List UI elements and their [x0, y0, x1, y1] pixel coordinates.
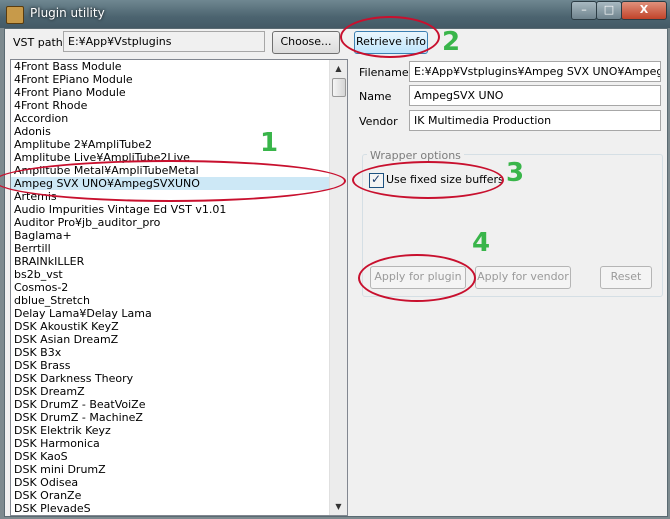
plugin-list-item[interactable]: DSK B3x [11, 346, 329, 359]
plugin-list-item[interactable]: Baglama+ [11, 229, 329, 242]
plugin-list-item[interactable]: DSK DreamZ [11, 385, 329, 398]
plugin-list-item[interactable]: DSK Darkness Theory [11, 372, 329, 385]
apply-for-vendor-button[interactable]: Apply for vendor [475, 266, 571, 289]
plugin-list-item[interactable]: DSK OranZe [11, 489, 329, 502]
title-bar[interactable]: Plugin utility – □ X [0, 0, 670, 28]
plugin-list-item[interactable]: DSK PlevadeS [11, 502, 329, 515]
plugin-list-item[interactable]: DSK Harmonica [11, 437, 329, 450]
annotation-number-4: 4 [472, 228, 491, 258]
plugin-list-item[interactable]: DSK Brass [11, 359, 329, 372]
plugin-list[interactable]: 4Front Bass Module 4Front EPiano Module 4F… [10, 59, 348, 516]
scroll-down-arrow-icon[interactable]: ▼ [330, 498, 347, 515]
plugin-list-item[interactable]: 4Front EPiano Module [11, 73, 329, 86]
plugin-list-item[interactable]: BRAINkILLER [11, 255, 329, 268]
name-label: Name [359, 90, 392, 103]
close-button[interactable]: X [621, 1, 667, 20]
app-icon [6, 6, 24, 24]
reset-button[interactable]: Reset [600, 266, 652, 289]
plugin-list-item[interactable]: dblue_Stretch [11, 294, 329, 307]
plugin-list-item[interactable]: DSK DrumZ - MachineZ [11, 411, 329, 424]
plugin-list-item[interactable]: DSK Odisea [11, 476, 329, 489]
filename-label: Filename [359, 66, 409, 79]
annotation-number-3: 3 [506, 158, 525, 188]
plugin-utility-window: Plugin utility – □ X VST path E:¥App¥Vst… [0, 0, 670, 519]
plugin-list-items: 4Front Bass Module 4Front EPiano Module 4F… [11, 60, 329, 515]
minimize-button[interactable]: – [571, 1, 597, 20]
plugin-list-item[interactable]: Berrtill [11, 242, 329, 255]
plugin-list-item[interactable]: DSK DrumZ - BeatVoiZe [11, 398, 329, 411]
plugin-list-item[interactable]: 4Front Rhode [11, 99, 329, 112]
plugin-list-item[interactable]: Adonis [11, 125, 329, 138]
plugin-list-item[interactable]: Accordion [11, 112, 329, 125]
annotation-circle-apply [358, 254, 476, 302]
maximize-button[interactable]: □ [596, 1, 622, 20]
plugin-list-item[interactable]: DSK Elektrik Keyz [11, 424, 329, 437]
plugin-list-item[interactable]: DSK AkoustiK KeyZ [11, 320, 329, 333]
vst-path-label: VST path [13, 36, 63, 49]
plugin-list-item[interactable]: DSK Asian DreamZ [11, 333, 329, 346]
plugin-list-item[interactable]: DSK mini DrumZ [11, 463, 329, 476]
vendor-field[interactable]: IK Multimedia Production [409, 110, 661, 131]
annotation-circle-checkbox [352, 161, 504, 199]
plugin-list-item[interactable]: bs2b_vst [11, 268, 329, 281]
plugin-list-scrollbar[interactable]: ▲ ▼ [329, 60, 347, 515]
plugin-list-item[interactable]: 4Front Piano Module [11, 86, 329, 99]
plugin-list-item[interactable]: DSK KaoS [11, 450, 329, 463]
scroll-thumb[interactable] [332, 78, 346, 97]
plugin-list-item[interactable]: Auditor Pro¥jb_auditor_pro [11, 216, 329, 229]
plugin-list-item[interactable]: Audio Impurities Vintage Ed VST v1.01 [11, 203, 329, 216]
plugin-list-item[interactable]: Delay Lama¥Delay Lama [11, 307, 329, 320]
filename-field[interactable]: E:¥App¥Vstplugins¥Ampeg SVX UNO¥AmpegSVX… [409, 61, 661, 82]
scroll-up-arrow-icon[interactable]: ▲ [330, 60, 347, 77]
choose-button[interactable]: Choose... [272, 31, 340, 54]
annotation-number-1: 1 [260, 128, 279, 158]
vst-path-input[interactable]: E:¥App¥Vstplugins [63, 31, 265, 52]
annotation-circle-selected [0, 160, 346, 202]
vendor-label: Vendor [359, 115, 398, 128]
plugin-list-item[interactable]: Cosmos-2 [11, 281, 329, 294]
client-area: VST path E:¥App¥Vstplugins Choose... Ret… [4, 28, 668, 517]
plugin-list-item[interactable]: 4Front Bass Module [11, 60, 329, 73]
name-field[interactable]: AmpegSVX UNO [409, 85, 661, 106]
annotation-number-2: 2 [442, 27, 461, 57]
annotation-circle-retrieve [340, 16, 440, 58]
window-title: Plugin utility [30, 6, 105, 20]
wrapper-options-label: Wrapper options [367, 149, 464, 162]
plugin-list-item[interactable]: Amplitube 2¥AmpliTube2 [11, 138, 329, 151]
